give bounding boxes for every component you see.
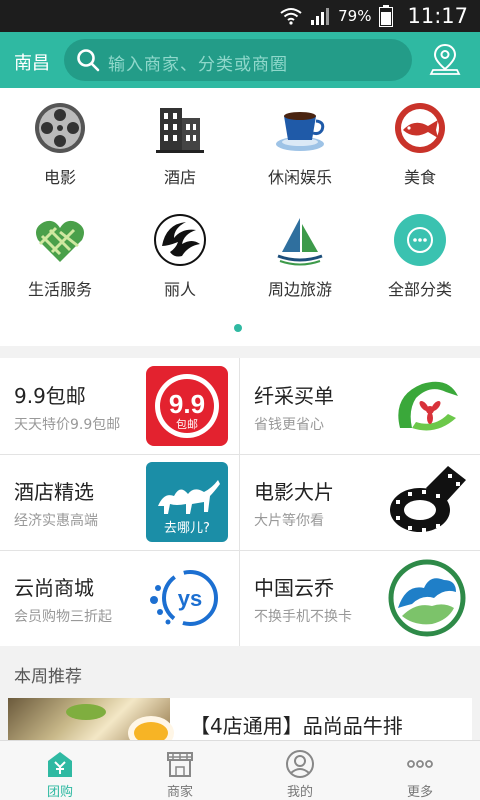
bottom-nav: 团购 商家 我的 更多 bbox=[0, 740, 480, 800]
promo-title: 9.9包邮 bbox=[14, 384, 86, 408]
nav-label: 我的 bbox=[286, 785, 313, 800]
signal-icon bbox=[311, 8, 330, 25]
battery-icon bbox=[379, 5, 394, 27]
category-life-services[interactable]: 生活服务 bbox=[0, 200, 120, 310]
category-beauty[interactable]: 丽人 bbox=[120, 200, 240, 310]
category-label: 休闲娱乐 bbox=[267, 168, 332, 187]
category-hotel[interactable]: 酒店 bbox=[120, 88, 240, 198]
nav-more[interactable]: 更多 bbox=[360, 741, 480, 800]
yunshang-logo-icon: ys bbox=[150, 570, 218, 626]
fish-plate-icon bbox=[395, 103, 445, 153]
category-label: 电影 bbox=[43, 168, 76, 187]
badge-small-text: 包邮 bbox=[176, 418, 198, 431]
search-icon bbox=[77, 49, 100, 72]
coffee-cup-icon bbox=[276, 112, 325, 151]
nav-label: 商家 bbox=[166, 785, 193, 800]
category-all[interactable]: 全部分类 bbox=[360, 200, 480, 310]
category-label: 生活服务 bbox=[27, 280, 92, 299]
free-shipping-badge-icon: 9.9 包邮 bbox=[146, 366, 228, 446]
deal-title: 【4店通用】品尚品牛排 bbox=[190, 714, 403, 738]
promo-subtitle: 会员购物三折起 bbox=[14, 609, 112, 625]
category-food[interactable]: 美食 bbox=[360, 88, 480, 198]
category-label: 周边旅游 bbox=[267, 280, 332, 299]
promo-tile-xiancai[interactable]: 纤采买单 省钱更省心 bbox=[240, 358, 480, 454]
nav-shops[interactable]: 商家 bbox=[120, 741, 240, 800]
tuangou-icon bbox=[48, 752, 72, 777]
film-strip-icon bbox=[390, 466, 466, 532]
nav-mine[interactable]: 我的 bbox=[240, 741, 360, 800]
category-grid: 电影 酒店 休闲娱乐 美食 生活服务 丽人 周边旅游 全部分类 bbox=[0, 88, 480, 346]
category-leisure[interactable]: 休闲娱乐 bbox=[240, 88, 360, 198]
nav-label: 更多 bbox=[406, 785, 433, 800]
film-reel-icon bbox=[35, 103, 85, 153]
shop-icon bbox=[167, 752, 193, 777]
promo-title: 酒店精选 bbox=[14, 480, 94, 504]
badge-text: 去哪儿? bbox=[164, 521, 210, 536]
promo-subtitle: 经济实惠高端 bbox=[14, 513, 98, 529]
clock: 11:17 bbox=[407, 4, 468, 28]
heart-ribbon-icon bbox=[36, 220, 84, 262]
promo-title: 电影大片 bbox=[254, 480, 334, 504]
more-icon bbox=[407, 760, 433, 768]
search-input[interactable]: 输入商家、分类或商圈 bbox=[108, 50, 288, 75]
qunar-camel-icon: 去哪儿? bbox=[146, 462, 228, 542]
hotel-building-icon bbox=[156, 108, 204, 153]
category-label: 酒店 bbox=[163, 168, 196, 187]
xiancai-logo-icon bbox=[398, 381, 458, 431]
wifi-icon bbox=[280, 8, 302, 25]
badge-big-text: 9.9 bbox=[169, 389, 205, 419]
promo-tile-hotel-picks[interactable]: 酒店精选 经济实惠高端 去哪儿? bbox=[0, 454, 240, 550]
category-movie[interactable]: 电影 bbox=[0, 88, 120, 198]
city-selector[interactable]: 南昌 bbox=[14, 49, 50, 75]
promo-grid: 9.9包邮 天天特价9.9包邮 9.9 包邮 纤采买单 省钱更省心 酒店精选 经… bbox=[0, 358, 480, 646]
profile-icon bbox=[286, 750, 314, 778]
category-label: 美食 bbox=[403, 168, 436, 187]
more-dots-icon bbox=[394, 214, 446, 266]
status-bar: 79% 11:17 bbox=[0, 0, 480, 32]
nav-tuangou[interactable]: 团购 bbox=[0, 741, 120, 800]
promo-tile-9-9[interactable]: 9.9包邮 天天特价9.9包邮 9.9 包邮 bbox=[0, 358, 240, 454]
promo-title: 中国云乔 bbox=[254, 576, 334, 600]
promo-title: 云尚商城 bbox=[14, 576, 94, 600]
category-label: 丽人 bbox=[163, 280, 196, 299]
nav-label: 团购 bbox=[46, 785, 73, 800]
promo-subtitle: 天天特价9.9包邮 bbox=[14, 417, 121, 433]
promo-subtitle: 不换手机不换卡 bbox=[254, 609, 352, 625]
category-nearby-travel[interactable]: 周边旅游 bbox=[240, 200, 360, 310]
yunqiao-logo-icon bbox=[388, 559, 466, 637]
section-title-weekly: 本周推荐 bbox=[14, 667, 82, 687]
app-header: 南昌 输入商家、分类或商圈 bbox=[0, 32, 480, 88]
battery-percent: 79% bbox=[338, 7, 372, 25]
promo-tile-movies[interactable]: 电影大片 大片等你看 bbox=[240, 454, 480, 550]
promo-tile-yunqiao[interactable]: 中国云乔 不换手机不换卡 bbox=[240, 550, 480, 646]
sailboat-icon bbox=[277, 218, 323, 266]
promo-subtitle: 省钱更省心 bbox=[254, 417, 324, 433]
search-bar[interactable]: 输入商家、分类或商圈 bbox=[64, 39, 412, 81]
phoenix-icon bbox=[154, 214, 206, 266]
location-pin-icon[interactable] bbox=[428, 42, 462, 76]
category-label: 全部分类 bbox=[387, 280, 452, 299]
badge-text: ys bbox=[178, 586, 202, 611]
page-indicator-dot bbox=[234, 324, 242, 332]
promo-tile-yunshang-mall[interactable]: 云尚商城 会员购物三折起 ys bbox=[0, 550, 240, 646]
food-garnish bbox=[66, 704, 106, 720]
status-bar-indicators: 79% 11:17 bbox=[280, 0, 468, 32]
promo-subtitle: 大片等你看 bbox=[254, 513, 324, 529]
promo-title: 纤采买单 bbox=[254, 384, 334, 408]
